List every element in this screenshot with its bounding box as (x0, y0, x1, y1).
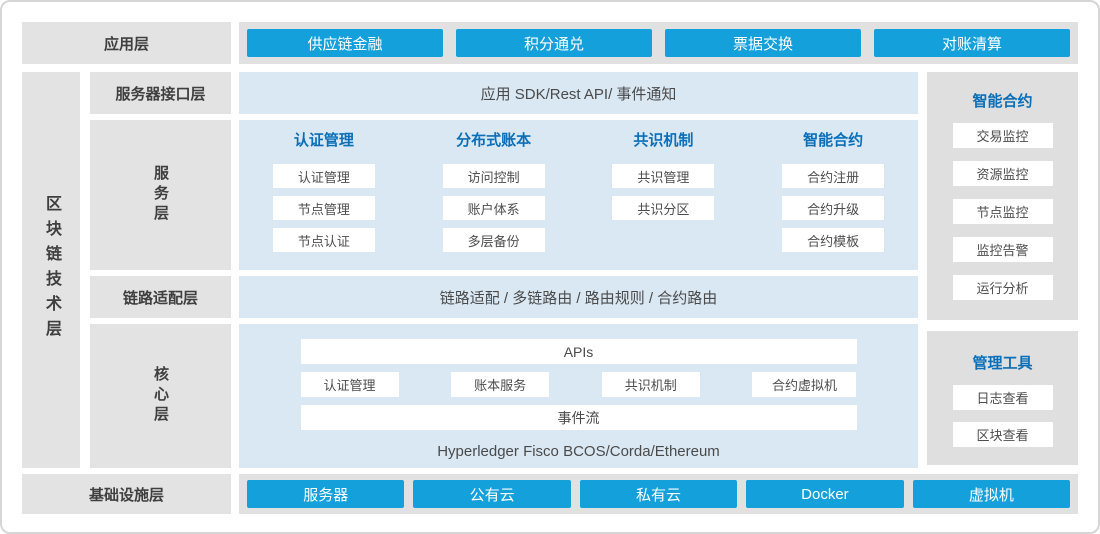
core-modules-row: 认证管理 账本服务 共识机制 合约虚拟机 (301, 372, 857, 397)
core-module: 共识机制 (602, 372, 700, 397)
server-interface-layer-label: 服务器接口层 (90, 72, 231, 114)
infra-button-public-cloud: 公有云 (413, 480, 570, 508)
core-layer-label: 核心层 (90, 324, 231, 468)
service-item: 多层备份 (443, 228, 545, 252)
service-item: 访问控制 (443, 164, 545, 188)
sdk-api-bar: 应用 SDK/Rest API/ 事件通知 (239, 72, 918, 114)
app-button-points-exchange: 积分通兑 (456, 29, 652, 57)
infra-button-private-cloud: 私有云 (580, 480, 737, 508)
link-adapter-bar: 链路适配 / 多链路由 / 路由规则 / 合约路由 (239, 276, 918, 318)
service-item: 合约升级 (782, 196, 884, 220)
app-button-supply-chain-finance: 供应链金融 (247, 29, 443, 57)
panel-item-log-view: 日志查看 (953, 385, 1053, 410)
panel-item-operation-analysis: 运行分析 (953, 275, 1053, 300)
service-item: 节点管理 (273, 196, 375, 220)
infra-button-server: 服务器 (247, 480, 404, 508)
infra-button-docker: Docker (746, 480, 903, 508)
service-column-smart-contract: 智能合约 合约注册 合约升级 合约模板 (748, 132, 918, 270)
app-button-bill-exchange: 票据交换 (665, 29, 861, 57)
core-module: 合约虚拟机 (752, 372, 856, 397)
sublayer-content-column: 应用 SDK/Rest API/ 事件通知 认证管理 认证管理 节点管理 节点认… (239, 72, 918, 468)
infrastructure-layer-label: 基础设施层 (22, 474, 231, 514)
management-tools-panel-header: 管理工具 (972, 352, 1032, 373)
smart-contract-panel-header: 智能合约 (972, 90, 1032, 111)
sublayer-label-column: 服务器接口层 服务层 链路适配层 核心层 (90, 72, 231, 468)
panel-item-monitor-alert: 监控告警 (953, 237, 1053, 262)
core-module: 认证管理 (301, 372, 399, 397)
service-item: 账户体系 (443, 196, 545, 220)
service-column-ledger: 分布式账本 访问控制 账户体系 多层备份 (409, 132, 579, 270)
infrastructure-button-strip: 服务器 公有云 私有云 Docker 虚拟机 (239, 474, 1078, 514)
service-layer-label: 服务层 (90, 120, 231, 270)
app-layer-label: 应用层 (22, 22, 231, 64)
core-module: 账本服务 (451, 372, 549, 397)
blockchain-tech-layer: 区块链技术层 服务器接口层 服务层 链路适配层 核心层 应用 SDK/Rest … (22, 72, 1078, 468)
blockchain-tech-layer-labelbox: 区块链技术层 (22, 72, 80, 468)
service-column-header: 分布式账本 (456, 132, 531, 150)
management-tools-panel: 管理工具 日志查看 区块查看 (927, 331, 1078, 465)
link-adapter-layer-label: 链路适配层 (90, 276, 231, 318)
event-stream-bar: 事件流 (301, 405, 857, 430)
service-layer-panel: 认证管理 认证管理 节点管理 节点认证 分布式账本 访问控制 账户体系 多层备份… (239, 120, 918, 270)
smart-contract-panel: 智能合约 交易监控 资源监控 节点监控 监控告警 运行分析 (927, 72, 1078, 320)
service-column-header: 智能合约 (803, 132, 863, 150)
management-tools-panel-items: 日志查看 区块查看 (953, 385, 1053, 447)
panel-item-transaction-monitor: 交易监控 (953, 123, 1053, 148)
panel-item-block-view: 区块查看 (953, 422, 1053, 447)
apis-bar: APIs (301, 339, 857, 364)
service-item: 共识分区 (612, 196, 714, 220)
infra-button-vm: 虚拟机 (913, 480, 1070, 508)
service-item: 合约注册 (782, 164, 884, 188)
service-item: 共识管理 (612, 164, 714, 188)
blockchain-tech-layer-label: 区块链技术层 (39, 195, 63, 345)
right-panel-column: 智能合约 交易监控 资源监控 节点监控 监控告警 运行分析 管理工具 日志查看 … (927, 72, 1078, 468)
app-layer-button-strip: 供应链金融 积分通兑 票据交换 对账清算 (239, 22, 1078, 64)
service-item: 合约模板 (782, 228, 884, 252)
app-button-reconciliation: 对账清算 (874, 29, 1070, 57)
service-column-header: 认证管理 (294, 132, 354, 150)
blockchain-architecture-diagram: 应用层 供应链金融 积分通兑 票据交换 对账清算 区块链技术层 服务器接口层 服… (0, 0, 1100, 534)
core-layer-panel: APIs 认证管理 账本服务 共识机制 合约虚拟机 事件流 Hyperledge… (239, 324, 918, 468)
panel-item-node-monitor: 节点监控 (953, 199, 1053, 224)
infrastructure-layer-row: 基础设施层 服务器 公有云 私有云 Docker 虚拟机 (22, 474, 1078, 514)
service-item: 认证管理 (273, 164, 375, 188)
panel-item-resource-monitor: 资源监控 (953, 161, 1053, 186)
service-column-auth: 认证管理 认证管理 节点管理 节点认证 (239, 132, 409, 270)
smart-contract-panel-items: 交易监控 资源监控 节点监控 监控告警 运行分析 (953, 123, 1053, 300)
service-column-header: 共识机制 (633, 132, 693, 150)
core-layer-label-text: 核心层 (150, 366, 171, 426)
service-item: 节点认证 (273, 228, 375, 252)
service-column-consensus: 共识机制 共识管理 共识分区 (579, 132, 749, 270)
app-layer-row: 应用层 供应链金融 积分通兑 票据交换 对账清算 (22, 22, 1078, 64)
platforms-text: Hyperledger Fisco BCOS/Corda/Ethereum (437, 443, 720, 460)
service-layer-label-text: 服务层 (150, 165, 171, 225)
